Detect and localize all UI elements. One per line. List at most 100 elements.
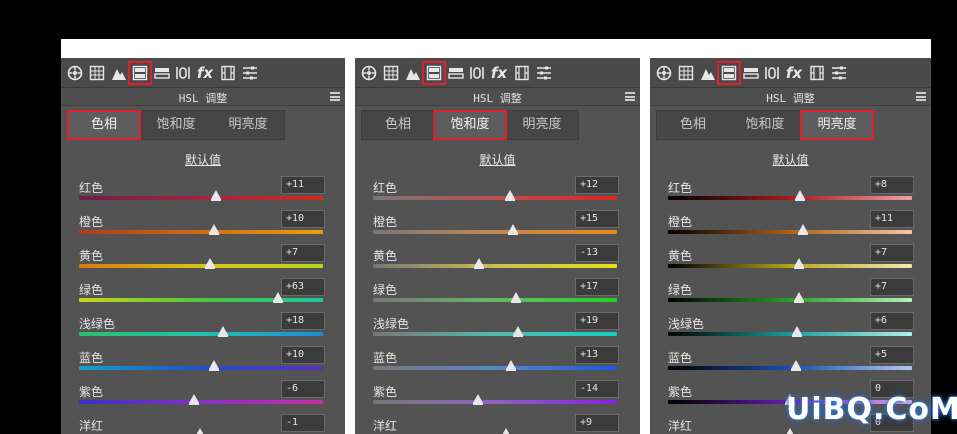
- slider-value-field[interactable]: -14: [575, 380, 619, 398]
- slider-value-field[interactable]: +17: [575, 278, 619, 296]
- basic-icon[interactable]: [359, 63, 379, 83]
- tab-luminance[interactable]: 明亮度: [506, 111, 578, 139]
- slider-thumb[interactable]: [194, 428, 205, 434]
- slider-value-field[interactable]: +5: [870, 346, 914, 364]
- slider-track[interactable]: [79, 400, 323, 404]
- camera-calibration-icon[interactable]: [807, 63, 827, 83]
- slider-value-field[interactable]: +9: [575, 414, 619, 432]
- slider-value-field[interactable]: +63: [281, 278, 325, 296]
- hsl-icon[interactable]: [717, 61, 741, 85]
- slider-thumb[interactable]: [791, 360, 802, 371]
- basic-icon[interactable]: [654, 63, 674, 83]
- slider-track[interactable]: [668, 264, 912, 268]
- slider-thumb[interactable]: [217, 326, 228, 337]
- slider-thumb[interactable]: [209, 224, 220, 235]
- lens-icon[interactable]: [762, 63, 782, 83]
- hsl-icon[interactable]: [422, 61, 446, 85]
- slider-value-field[interactable]: +7: [870, 278, 914, 296]
- tab-luminance[interactable]: 明亮度: [212, 111, 284, 139]
- slider-thumb[interactable]: [474, 258, 485, 269]
- slider-thumb[interactable]: [792, 326, 803, 337]
- slider-thumb[interactable]: [209, 360, 220, 371]
- detail-icon[interactable]: [403, 63, 423, 83]
- basic-icon[interactable]: [65, 63, 85, 83]
- split-toning-icon[interactable]: [152, 63, 172, 83]
- slider-thumb[interactable]: [500, 428, 511, 434]
- slider-value-field[interactable]: +10: [281, 210, 325, 228]
- slider-track[interactable]: [79, 332, 323, 336]
- slider-value-field[interactable]: +8: [870, 176, 914, 194]
- detail-icon[interactable]: [698, 63, 718, 83]
- slider-thumb[interactable]: [188, 394, 199, 405]
- tone-curve-icon[interactable]: [381, 63, 401, 83]
- presets-icon[interactable]: [240, 63, 260, 83]
- slider-value-field[interactable]: +6: [870, 312, 914, 330]
- fx-icon[interactable]: fx: [784, 63, 804, 83]
- lens-icon[interactable]: [467, 63, 487, 83]
- slider-thumb[interactable]: [472, 394, 483, 405]
- slider-track[interactable]: [373, 332, 617, 336]
- lens-icon[interactable]: [173, 63, 193, 83]
- camera-calibration-icon[interactable]: [218, 63, 238, 83]
- default-link[interactable]: 默认值: [61, 151, 345, 168]
- default-link[interactable]: 默认值: [355, 151, 640, 168]
- slider-track[interactable]: [668, 332, 912, 336]
- slider-thumb[interactable]: [513, 326, 524, 337]
- detail-icon[interactable]: [109, 63, 129, 83]
- fx-icon[interactable]: fx: [489, 63, 509, 83]
- hsl-icon[interactable]: [128, 61, 152, 85]
- slider-track[interactable]: [373, 400, 617, 404]
- tab-saturation[interactable]: 饱和度: [729, 111, 801, 139]
- slider-thumb[interactable]: [510, 292, 521, 303]
- slider-track[interactable]: [668, 366, 912, 370]
- slider-thumb[interactable]: [793, 292, 804, 303]
- panel-menu-icon[interactable]: [916, 92, 926, 101]
- slider-value-field[interactable]: -1: [281, 414, 325, 432]
- fx-icon[interactable]: fx: [195, 63, 215, 83]
- slider-value-field[interactable]: +7: [870, 244, 914, 262]
- slider-value-field[interactable]: +11: [281, 176, 325, 194]
- slider-track[interactable]: [373, 230, 617, 234]
- slider-thumb[interactable]: [505, 360, 516, 371]
- slider-track[interactable]: [79, 230, 323, 234]
- slider-track[interactable]: [668, 196, 912, 200]
- slider-track[interactable]: [373, 196, 617, 200]
- slider-value-field[interactable]: +15: [575, 210, 619, 228]
- slider-track[interactable]: [79, 298, 323, 302]
- tab-saturation[interactable]: 饱和度: [433, 110, 507, 140]
- slider-thumb[interactable]: [210, 190, 221, 201]
- slider-track[interactable]: [79, 264, 323, 268]
- slider-value-field[interactable]: -6: [281, 380, 325, 398]
- slider-value-field[interactable]: +10: [281, 346, 325, 364]
- slider-value-field[interactable]: +11: [870, 210, 914, 228]
- tab-saturation[interactable]: 饱和度: [140, 111, 212, 139]
- slider-thumb[interactable]: [798, 224, 809, 235]
- slider-value-field[interactable]: +19: [575, 312, 619, 330]
- tab-hue[interactable]: 色相: [67, 110, 141, 140]
- slider-thumb[interactable]: [785, 428, 795, 434]
- panel-menu-icon[interactable]: [330, 92, 340, 101]
- slider-value-field[interactable]: +13: [575, 346, 619, 364]
- camera-calibration-icon[interactable]: [512, 63, 532, 83]
- slider-thumb[interactable]: [794, 190, 805, 201]
- tab-hue[interactable]: 色相: [362, 111, 434, 139]
- slider-track[interactable]: [668, 230, 912, 234]
- slider-value-field[interactable]: +7: [281, 244, 325, 262]
- slider-track[interactable]: [373, 264, 617, 268]
- slider-value-field[interactable]: +12: [575, 176, 619, 194]
- slider-track[interactable]: [373, 298, 617, 302]
- slider-track[interactable]: [79, 366, 323, 370]
- tab-luminance[interactable]: 明亮度: [800, 110, 874, 140]
- slider-thumb[interactable]: [272, 292, 283, 303]
- slider-track[interactable]: [668, 298, 912, 302]
- tone-curve-icon[interactable]: [676, 63, 696, 83]
- tab-hue[interactable]: 色相: [657, 111, 729, 139]
- panel-menu-icon[interactable]: [625, 92, 635, 101]
- slider-track[interactable]: [373, 366, 617, 370]
- tone-curve-icon[interactable]: [87, 63, 107, 83]
- slider-thumb[interactable]: [508, 224, 519, 235]
- split-toning-icon[interactable]: [741, 63, 761, 83]
- slider-thumb[interactable]: [504, 190, 515, 201]
- slider-track[interactable]: [79, 196, 323, 200]
- slider-thumb[interactable]: [204, 258, 215, 269]
